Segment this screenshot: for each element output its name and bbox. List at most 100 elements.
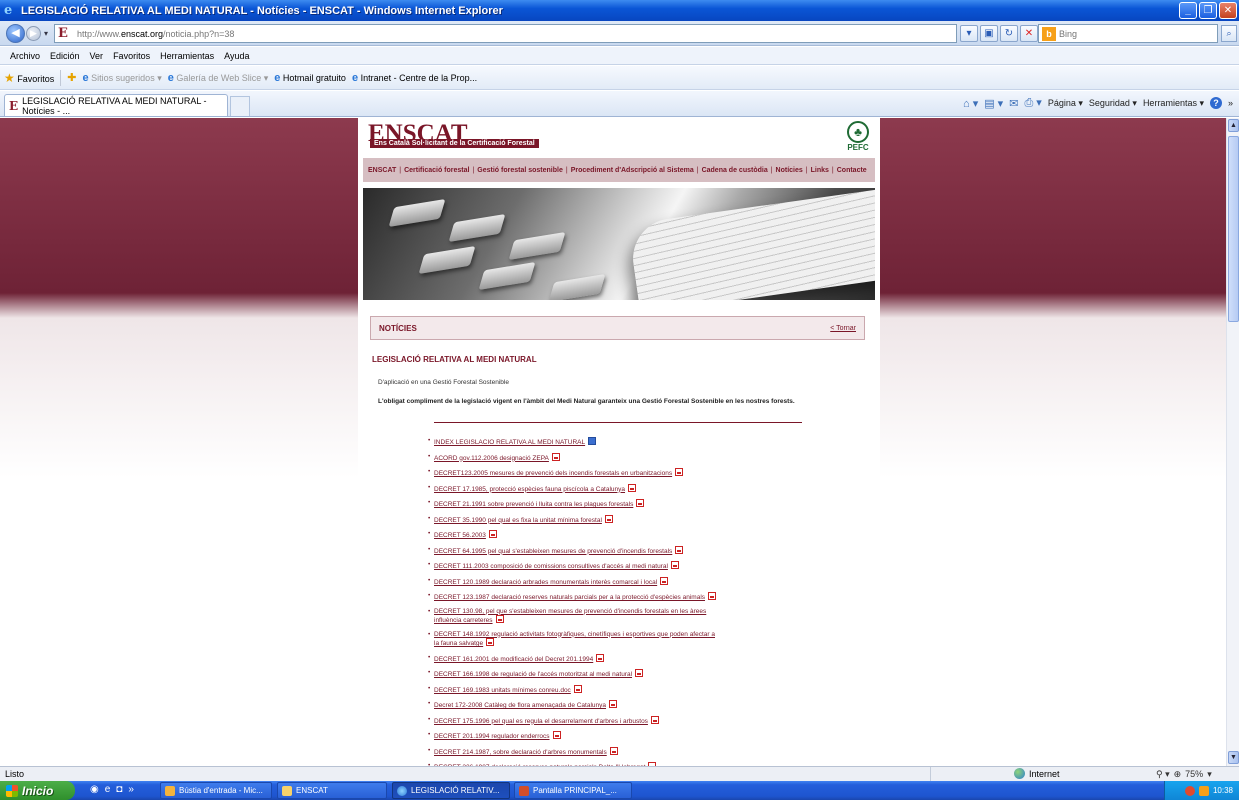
document-link[interactable]: DECRET 148.1992 regulació activitats fot…	[434, 631, 715, 648]
fav-web-slice-gallery[interactable]: e Galería de Web Slice ▾	[168, 72, 269, 84]
search-input[interactable]	[1059, 28, 1209, 39]
menu-archivo[interactable]: Archivo	[10, 51, 40, 61]
compatibility-view-icon[interactable]: ▣	[980, 25, 998, 42]
pdf-icon[interactable]	[609, 746, 618, 755]
page-viewport[interactable]: ENSCAT Ens Català Sol·licitant de la Cer…	[0, 118, 1226, 766]
document-link[interactable]: DECRET 21.1991 sobre prevenció i lluita …	[434, 501, 633, 508]
document-link[interactable]: DECRET 17.1985, protecció espècies fauna…	[434, 486, 625, 493]
add-favorite-icon[interactable]: ✚	[67, 71, 76, 84]
pdf-icon[interactable]	[708, 592, 717, 600]
pdf-icon[interactable]	[488, 530, 497, 538]
document-link[interactable]: DECRET 166.1998 de regulació de l'accés …	[434, 671, 632, 678]
pdf-icon[interactable]	[670, 561, 679, 569]
menu-favoritos[interactable]: Favoritos	[113, 51, 150, 61]
more-commands-button[interactable]: »	[1228, 98, 1233, 108]
address-dropdown-icon[interactable]: ▾	[960, 25, 978, 42]
menu-herramientas[interactable]: Herramientas	[160, 51, 214, 61]
stop-icon[interactable]: ✕	[1020, 25, 1038, 42]
scroll-down-icon[interactable]: ▼	[1228, 751, 1239, 764]
document-link[interactable]: DECRET 64.1995 pel qual s'estableixen me…	[434, 548, 672, 555]
vertical-scrollbar[interactable]: ▲ ▼	[1226, 118, 1239, 766]
tray-app-icon[interactable]	[1184, 785, 1195, 796]
tray-office-icon[interactable]	[1198, 785, 1209, 796]
site-nav-procediment[interactable]: Procediment d'Adscripció al Sistema	[571, 167, 694, 174]
document-link[interactable]: DECRET 56.2003	[434, 532, 486, 539]
menu-edicion[interactable]: Edición	[50, 51, 80, 61]
document-link[interactable]: DECRET123.2005 mesures de prevenció dels…	[434, 470, 672, 477]
pdf-icon[interactable]	[551, 452, 560, 461]
task-ie-active[interactable]: LEGISLACIÓ RELATIV...	[392, 782, 510, 799]
pefc-logo[interactable]: ♣ PEFC	[844, 121, 872, 152]
pdf-icon[interactable]	[604, 514, 613, 523]
pdf-icon[interactable]	[609, 700, 618, 708]
pdf-icon[interactable]	[552, 731, 561, 739]
menu-ver[interactable]: Ver	[90, 51, 104, 61]
pdf-icon[interactable]	[495, 615, 504, 623]
refresh-icon[interactable]: ↻	[1000, 25, 1018, 42]
site-nav-certificacio[interactable]: Certificació forestal	[404, 167, 469, 174]
home-icon[interactable]: ⌂ ▾	[963, 97, 978, 110]
site-nav-cadena[interactable]: Cadena de custòdia	[702, 167, 768, 174]
forward-button[interactable]: ▶	[26, 26, 41, 41]
task-enscat-folder[interactable]: ENSCAT	[277, 782, 387, 799]
more-quick-launch-icon[interactable]: »	[128, 784, 134, 795]
document-link[interactable]: DECRET 201.1994 regulador enderrocs	[434, 733, 550, 740]
print-icon[interactable]: ⎙ ▾	[1024, 96, 1041, 110]
search-icon[interactable]: ⌕	[1221, 25, 1237, 42]
pdf-icon[interactable]	[596, 653, 605, 662]
window-titlebar[interactable]: e LEGISLACIÓ RELATIVA AL MEDI NATURAL - …	[0, 0, 1239, 21]
pdf-icon[interactable]	[675, 468, 684, 476]
mail-icon[interactable]: ✉	[1009, 97, 1018, 110]
close-button[interactable]: ✕	[1219, 2, 1237, 19]
back-button[interactable]: ◀	[6, 24, 25, 43]
document-link[interactable]: DECRET 169.1983 unitats mínimes conreu.d…	[434, 687, 571, 694]
document-link[interactable]: DECRET 120.1989 declaració arbrades monu…	[434, 579, 657, 586]
favorites-button[interactable]: ★ Favoritos	[4, 71, 54, 85]
word-doc-icon[interactable]	[588, 437, 597, 445]
help-icon[interactable]: ?	[1209, 97, 1222, 109]
new-tab-button[interactable]	[230, 96, 250, 116]
maximize-button[interactable]: ❐	[1199, 2, 1217, 19]
safety-menu[interactable]: Seguridad ▾	[1089, 98, 1137, 109]
document-link[interactable]: INDEX LEGISLACIO RELATIVA AL MEDI NATURA…	[434, 439, 585, 446]
site-nav-gestio[interactable]: Gestió forestal sostenible	[477, 167, 563, 174]
ie-icon[interactable]: e	[105, 784, 111, 795]
url-input[interactable]: E http://www.enscat.org/noticia.php?n=38	[54, 24, 957, 43]
search-box[interactable]: b	[1038, 24, 1218, 43]
history-dropdown-icon[interactable]: ▾	[44, 29, 48, 38]
document-link[interactable]: DECRET 214.1987, sobre declaració d'arbr…	[434, 749, 607, 756]
pdf-icon[interactable]	[660, 576, 669, 585]
site-nav-links[interactable]: Links	[811, 167, 829, 174]
chrome-icon[interactable]: ◉	[90, 784, 99, 795]
minimize-button[interactable]: _	[1179, 2, 1197, 19]
document-link[interactable]: DECRET 111.2003 composició de comissions…	[434, 563, 668, 570]
document-link[interactable]: DECRET 35.1990 pel qual es fixa la unita…	[434, 517, 602, 524]
security-zone[interactable]: Internet	[1014, 768, 1060, 779]
site-nav-contacte[interactable]: Contacte	[837, 167, 867, 174]
start-button[interactable]: Inicio	[0, 781, 75, 800]
outlook-icon[interactable]: ◘	[116, 784, 122, 795]
pdf-icon[interactable]	[650, 715, 659, 724]
fav-hotmail[interactable]: e Hotmail gratuito	[274, 72, 346, 84]
document-link[interactable]: DECRET 161.2001 de modificació del Decre…	[434, 656, 593, 663]
tools-menu[interactable]: Herramientas ▾	[1143, 98, 1204, 109]
document-link[interactable]: DECRET 175.1996 pel qual es regula el de…	[434, 718, 648, 725]
page-menu[interactable]: Página ▾	[1048, 98, 1083, 109]
tab-active[interactable]: E LEGISLACIÓ RELATIVA AL MEDI NATURAL - …	[4, 94, 228, 116]
pdf-icon[interactable]	[486, 638, 495, 646]
scroll-thumb[interactable]	[1228, 136, 1239, 322]
pdf-icon[interactable]	[636, 499, 645, 507]
document-link[interactable]: DECRET 123.1987 declaració reserves natu…	[434, 594, 705, 601]
menu-ayuda[interactable]: Ayuda	[224, 51, 249, 61]
pdf-icon[interactable]	[675, 545, 684, 554]
back-link[interactable]: < Tornar	[830, 325, 856, 332]
document-link[interactable]: Decret 172-2008 Catàleg de flora amenaça…	[434, 702, 606, 709]
document-link[interactable]: ACORD gov.112.2006 designació ZEPA	[434, 455, 549, 462]
pdf-icon[interactable]	[628, 483, 637, 492]
feeds-icon[interactable]: ▤ ▾	[984, 97, 1003, 110]
site-nav-enscat[interactable]: ENSCAT	[368, 167, 396, 174]
url-text[interactable]: http://www.enscat.org/noticia.php?n=38	[77, 29, 234, 39]
site-nav-noticies[interactable]: Notícies	[776, 167, 803, 174]
pdf-icon[interactable]	[573, 684, 582, 693]
fav-intranet[interactable]: e Intranet - Centre de la Prop...	[352, 72, 477, 84]
